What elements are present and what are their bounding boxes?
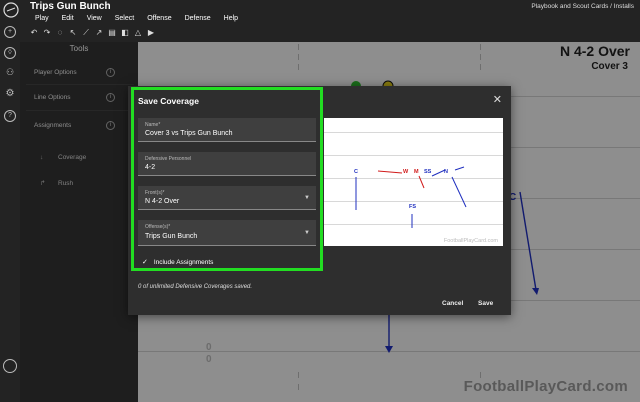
coverage-route (451, 176, 467, 208)
top-bar: Trips Gun Bunch Play Edit View Select Of… (0, 0, 640, 42)
coverage-route (454, 166, 465, 171)
play-icon[interactable]: ▶ (147, 29, 155, 37)
coverage-route (418, 175, 425, 189)
dropdown-arrow-icon[interactable]: ▼ (304, 195, 310, 201)
brand-logo-icon (3, 359, 17, 373)
defender-tag: C (354, 169, 358, 175)
defender-tag: SS (424, 169, 432, 175)
coverage-route (377, 170, 403, 174)
pointer-icon[interactable]: ↖ (69, 29, 77, 37)
close-icon[interactable]: ✕ (493, 93, 502, 106)
offense-select[interactable]: Offense(s)* Trips Gun Bunch ▼ (138, 220, 316, 246)
save-button[interactable]: Save (478, 300, 493, 307)
dialog-title: Save Coverage (138, 96, 199, 106)
personnel-value[interactable]: 4-2 (145, 164, 155, 171)
save-coverage-dialog: Save Coverage ✕ Name* Cover 3 vs Trips G… (128, 86, 511, 315)
lasso-icon[interactable]: ◌ (56, 29, 64, 37)
saved-count-text: 0 of unlimited Defensive Coverages saved… (138, 284, 253, 290)
team-icon[interactable]: ⚇ (4, 68, 16, 80)
gear-icon[interactable]: ⚙ (4, 89, 16, 101)
checkmark-icon[interactable]: ✓ (142, 258, 152, 266)
menu-edit[interactable]: Edit (62, 15, 74, 22)
preview-watermark: FootballPlayCard.com (443, 238, 498, 244)
offense-label: Offense(s)* (145, 224, 171, 230)
menu-help[interactable]: Help (224, 15, 238, 22)
route-icon[interactable]: ↗ (95, 29, 103, 37)
redo-icon[interactable]: ↷ (43, 29, 51, 37)
mirror-horizontal-icon[interactable]: ◧ (121, 29, 129, 37)
preview-routes (355, 166, 467, 228)
help-icon[interactable]: ? (4, 110, 16, 122)
offense-value[interactable]: Trips Gun Bunch (145, 233, 197, 240)
coverage-preview: C W M SS N FS FootballPlayCard.com (324, 118, 503, 246)
personnel-field[interactable]: Defensive Personnel 4-2 (138, 152, 316, 176)
menu-view[interactable]: View (87, 15, 102, 22)
defender-tag: M (414, 169, 419, 175)
dropdown-arrow-icon[interactable]: ▼ (304, 230, 310, 236)
defender-tag: N (444, 169, 448, 175)
name-label: Name* (145, 122, 161, 128)
add-icon[interactable]: + (4, 26, 16, 38)
note-icon[interactable]: ▤ (108, 29, 116, 37)
play-title: Trips Gun Bunch (30, 1, 111, 12)
football-icon[interactable]: ◊ (4, 47, 16, 59)
app-logo-icon[interactable] (3, 2, 19, 18)
defender-tag: FS (409, 204, 417, 210)
include-assignments-label: Include Assignments (153, 259, 214, 266)
cancel-button[interactable]: Cancel (442, 300, 463, 307)
breadcrumb[interactable]: Playbook and Scout Cards / Installs (531, 3, 634, 10)
front-value[interactable]: N 4-2 Over (145, 198, 179, 205)
menu-defense[interactable]: Defense (185, 15, 211, 22)
front-label: Front(s)* (145, 190, 165, 196)
undo-icon[interactable]: ↶ (30, 29, 38, 37)
left-rail: + ◊ ⚇ ⚙ ? › (0, 20, 20, 402)
defender-tag: W (403, 169, 409, 175)
name-field[interactable]: Name* Cover 3 vs Trips Gun Bunch (138, 118, 316, 142)
menu-select[interactable]: Select (115, 15, 134, 22)
personnel-label: Defensive Personnel (145, 156, 192, 162)
menu-offense[interactable]: Offense (147, 15, 171, 22)
menu-bar: Play Edit View Select Offense Defense He… (35, 15, 251, 22)
menu-play[interactable]: Play (35, 15, 49, 22)
name-value[interactable]: Cover 3 vs Trips Gun Bunch (145, 130, 233, 137)
front-select[interactable]: Front(s)* N 4-2 Over ▼ (138, 186, 316, 210)
include-assignments-checkbox[interactable]: ✓ Include Assignments (142, 258, 213, 266)
line-icon[interactable]: ⟋ (82, 29, 90, 37)
mirror-vertical-icon[interactable]: △ (134, 29, 142, 37)
toolbar: ↶ ↷ ◌ ↖ ⟋ ↗ ▤ ◧ △ ▶ (30, 29, 155, 37)
